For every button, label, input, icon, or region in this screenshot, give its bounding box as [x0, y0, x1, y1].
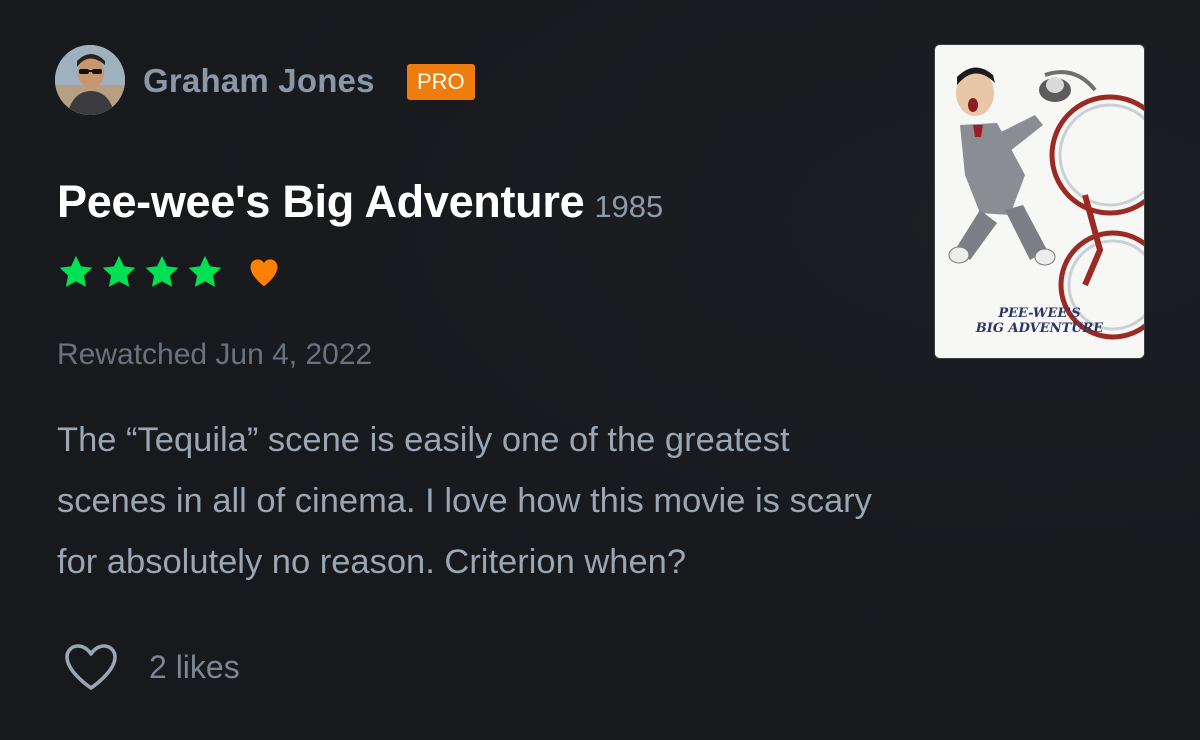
reviewer-name[interactable]: Graham Jones — [143, 62, 375, 100]
review-line: The “Tequila” scene is easily one of the… — [57, 421, 790, 459]
reviewer-avatar[interactable] — [55, 45, 125, 115]
review-text: The “Tequila” scene is easily one of the… — [57, 410, 1157, 593]
like-heart-icon[interactable] — [63, 642, 119, 692]
avatar-photo — [55, 45, 125, 115]
watch-date[interactable]: Rewatched Jun 4, 2022 — [57, 338, 372, 372]
review-line: scenes in all of cinema. I love how this… — [57, 482, 872, 520]
film-title[interactable]: Pee-wee's Big Adventure — [57, 176, 585, 227]
likes-count[interactable]: 2 likes — [149, 649, 240, 686]
star-icon — [102, 255, 136, 287]
star-icon — [59, 255, 93, 287]
pro-badge: PRO — [407, 64, 475, 100]
poster-title-line: PEE-WEE'S — [998, 306, 1081, 321]
film-heading: Pee-wee's Big Adventure 1985 — [57, 176, 663, 228]
rating — [57, 252, 283, 292]
liked-heart-icon — [250, 259, 278, 287]
film-poster[interactable]: PEE-WEE'S BIG ADVENTURE — [934, 44, 1145, 359]
star-icon — [188, 255, 222, 287]
film-year[interactable]: 1985 — [594, 189, 663, 224]
review-card: Graham Jones PRO Pee-wee's Big Adventure… — [0, 0, 1200, 740]
poster-title-line: BIG ADVENTURE — [975, 321, 1104, 336]
review-line: for absolutely no reason. Criterion when… — [57, 543, 687, 581]
likes-row: 2 likes — [63, 642, 240, 692]
star-icon — [145, 255, 179, 287]
